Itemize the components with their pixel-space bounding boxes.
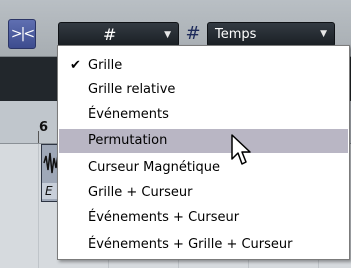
snap-menu-item[interactable]: ✔ Grille bbox=[59, 54, 348, 78]
grid-line bbox=[38, 144, 39, 268]
snap-menu-item[interactable]: Permutation bbox=[59, 129, 348, 153]
snap-menu-item-label: Curseur Magnétique bbox=[88, 160, 221, 175]
snap-menu-item[interactable]: Événements + Curseur bbox=[59, 206, 348, 230]
snap-menu-item-label: Événements + Grille + Curseur bbox=[88, 237, 293, 252]
chevron-down-icon: ▼ bbox=[164, 30, 171, 40]
snap-menu-item-label: Grille bbox=[88, 58, 123, 73]
quantize-grid-icon: # bbox=[185, 23, 201, 44]
ruler-tick bbox=[38, 131, 39, 143]
snap-menu-item[interactable]: Événements bbox=[59, 103, 348, 127]
ruler-bar-number: 6 bbox=[39, 120, 49, 135]
snap-menu-item[interactable]: Grille relative bbox=[59, 78, 348, 102]
snap-menu-item-label: Événements bbox=[88, 107, 169, 122]
grid-type-dropdown[interactable]: Temps ▼ bbox=[207, 22, 335, 47]
snap-menu-item-label: Événements + Curseur bbox=[88, 210, 240, 225]
grid-icon: # bbox=[103, 25, 117, 44]
snap-type-menu: ✔ Grille Grille relative Événements Permutat… bbox=[57, 45, 350, 260]
snap-type-dropdown[interactable]: # ▼ bbox=[58, 22, 179, 47]
grid-type-value: Temps bbox=[215, 27, 257, 42]
snap-toggle-icon: >|< bbox=[10, 26, 35, 42]
snap-menu-item[interactable]: Grille + Curseur bbox=[59, 181, 348, 205]
mouse-pointer-icon bbox=[231, 134, 251, 165]
snap-menu-item-label: Grille relative bbox=[88, 82, 176, 97]
chevron-down-icon: ▼ bbox=[320, 29, 327, 39]
snap-menu-item[interactable]: Événements + Grille + Curseur bbox=[59, 233, 348, 257]
snap-menu-item[interactable]: Curseur Magnétique bbox=[59, 156, 348, 180]
snap-toggle-button[interactable]: >|< bbox=[8, 19, 36, 49]
snap-menu-item-label: Grille + Curseur bbox=[88, 185, 193, 200]
snap-menu-item-label: Permutation bbox=[88, 133, 168, 148]
checkmark-icon: ✔ bbox=[70, 58, 81, 73]
